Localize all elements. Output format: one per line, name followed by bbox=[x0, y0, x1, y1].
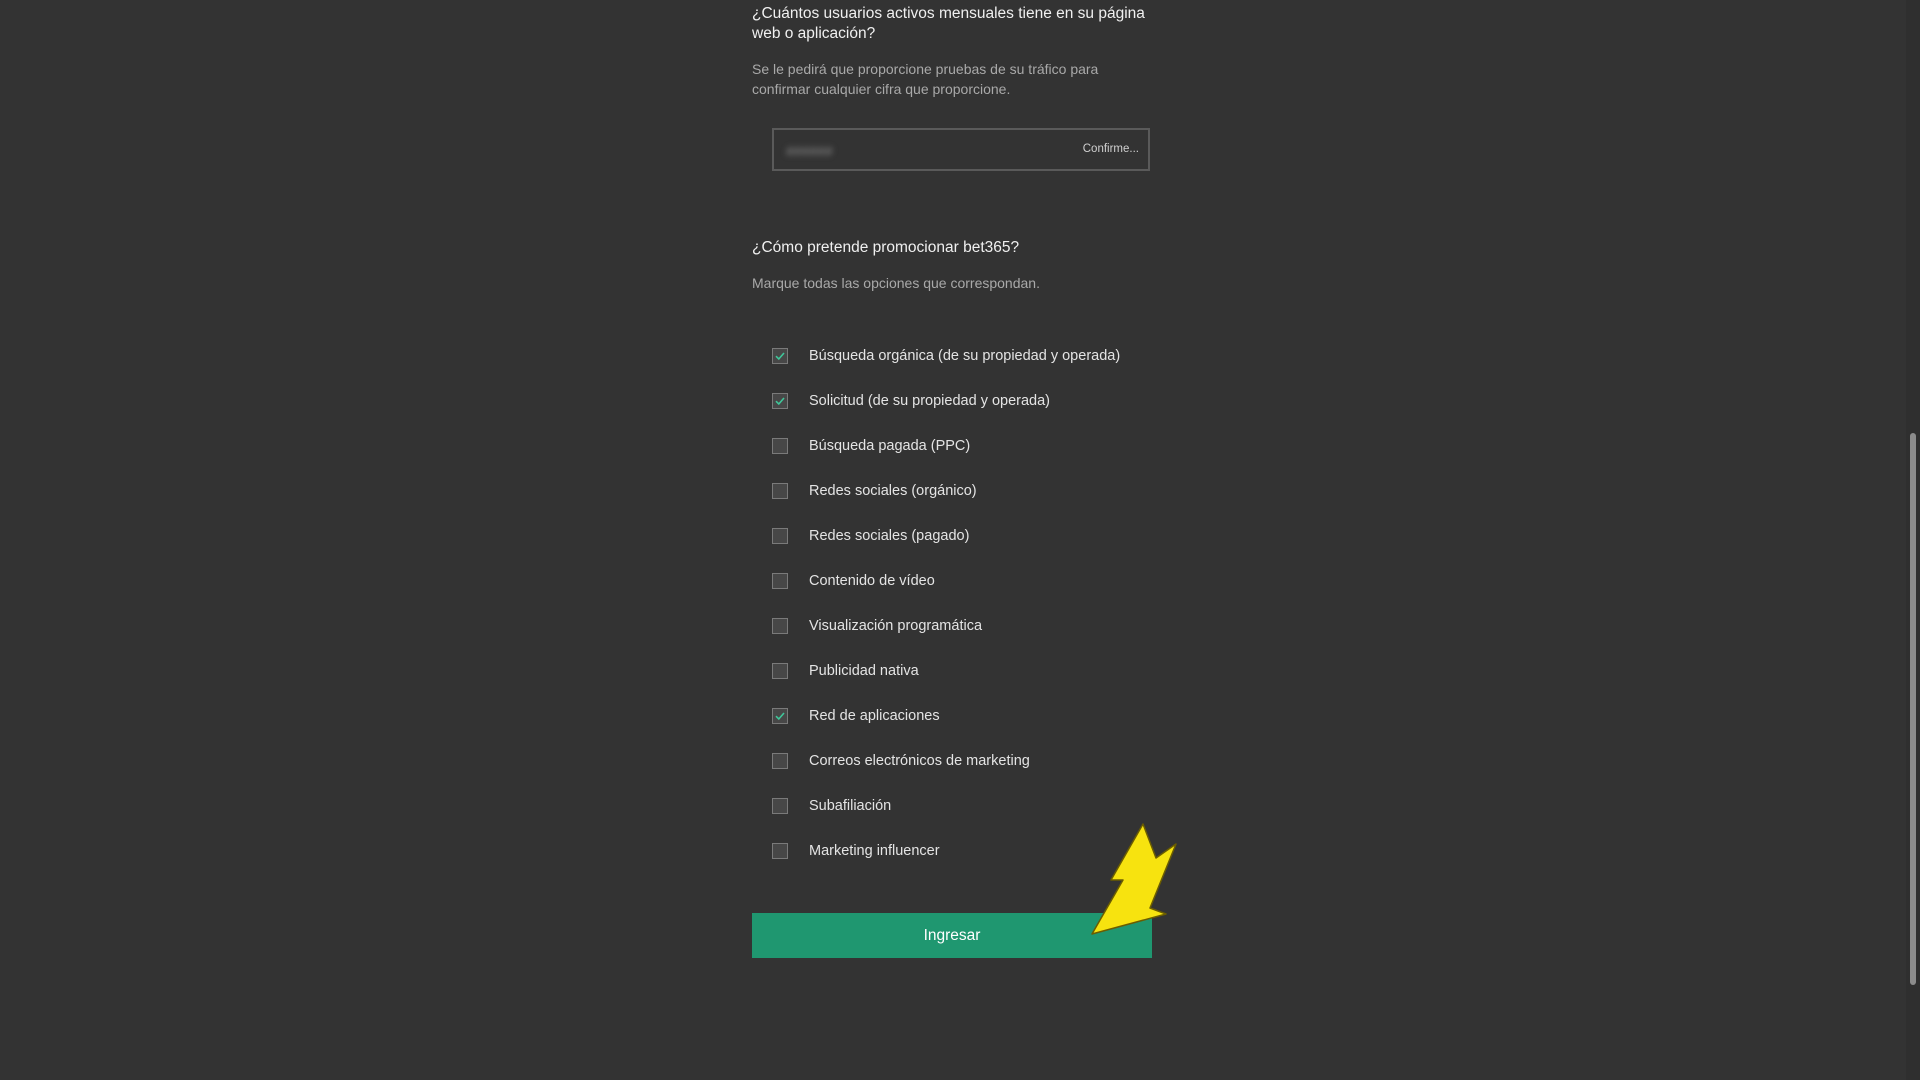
promotion-option[interactable]: Búsqueda pagada (PPC) bbox=[772, 423, 1152, 468]
promotion-option-label: Red de aplicaciones bbox=[809, 707, 940, 724]
checkmark-icon bbox=[775, 396, 785, 405]
checkbox[interactable] bbox=[772, 842, 788, 859]
page-scrollbar[interactable] bbox=[1906, 0, 1920, 1080]
promotion-option[interactable]: Solicitud (de su propiedad y operada) bbox=[772, 378, 1152, 423]
checkbox[interactable] bbox=[772, 527, 788, 544]
promotion-option-label: Búsqueda pagada (PPC) bbox=[809, 437, 971, 454]
question-promotion-help: Marque todas las opciones que correspond… bbox=[752, 275, 1040, 291]
checkbox[interactable] bbox=[772, 617, 788, 634]
promotion-option-label: Publicidad nativa bbox=[809, 662, 919, 679]
promotion-option-label: Contenido de vídeo bbox=[809, 572, 935, 589]
checkmark-icon bbox=[775, 351, 785, 360]
checkbox[interactable] bbox=[772, 707, 788, 724]
checkbox[interactable] bbox=[772, 662, 788, 679]
promotion-option-label: Redes sociales (pagado) bbox=[809, 527, 970, 544]
promotion-option-label: Solicitud (de su propiedad y operada) bbox=[809, 392, 1051, 409]
question-promotion-title: ¿Cómo pretende promocionar bet365? bbox=[752, 239, 1020, 256]
checkbox[interactable] bbox=[772, 752, 788, 769]
arrow-pointer-icon bbox=[1091, 823, 1177, 935]
promotion-option[interactable]: Visualización programática bbox=[772, 603, 1152, 648]
promotion-option[interactable]: Publicidad nativa bbox=[772, 648, 1152, 693]
monthly-users-hint: Confirme... bbox=[1082, 143, 1139, 155]
question-monthly-users-help: Se le pedirá que proporcione pruebas de … bbox=[752, 61, 1099, 97]
promotion-option[interactable]: Contenido de vídeo bbox=[772, 558, 1152, 603]
question-monthly-users-title: ¿Cuántos usuarios activos mensuales tien… bbox=[752, 5, 1145, 42]
promotion-option-label: Correos electrónicos de marketing bbox=[809, 752, 1030, 769]
promotion-option[interactable]: Redes sociales (pagado) bbox=[772, 513, 1152, 558]
promotion-option-label: Marketing influencer bbox=[809, 842, 940, 859]
promotion-option[interactable]: Red de aplicaciones bbox=[772, 693, 1152, 738]
monthly-users-input[interactable] bbox=[784, 130, 1048, 171]
checkbox[interactable] bbox=[772, 347, 788, 364]
page: ¿Cuántos usuarios activos mensuales tien… bbox=[0, 0, 1920, 1080]
arrow-pointer-shape bbox=[1091, 823, 1177, 935]
checkmark-icon bbox=[775, 711, 785, 720]
promotion-option-label: Subafiliación bbox=[809, 797, 892, 814]
promotion-option-label: Redes sociales (orgánico) bbox=[809, 482, 977, 499]
scrollbar-thumb[interactable] bbox=[1910, 433, 1916, 985]
promotion-option-label: Visualización programática bbox=[809, 617, 983, 634]
checkbox[interactable] bbox=[772, 797, 788, 814]
monthly-users-field[interactable]: Confirme... bbox=[772, 128, 1150, 171]
promotion-options-list: Búsqueda orgánica (de su propiedad y ope… bbox=[772, 333, 1152, 873]
checkbox[interactable] bbox=[772, 392, 788, 409]
checkbox[interactable] bbox=[772, 482, 788, 499]
promotion-option[interactable]: Búsqueda orgánica (de su propiedad y ope… bbox=[772, 333, 1152, 378]
checkbox[interactable] bbox=[772, 437, 788, 454]
promotion-option[interactable]: Correos electrónicos de marketing bbox=[772, 738, 1152, 783]
promotion-option[interactable]: Redes sociales (orgánico) bbox=[772, 468, 1152, 513]
promotion-option-label: Búsqueda orgánica (de su propiedad y ope… bbox=[809, 347, 1121, 364]
checkbox[interactable] bbox=[772, 572, 788, 589]
